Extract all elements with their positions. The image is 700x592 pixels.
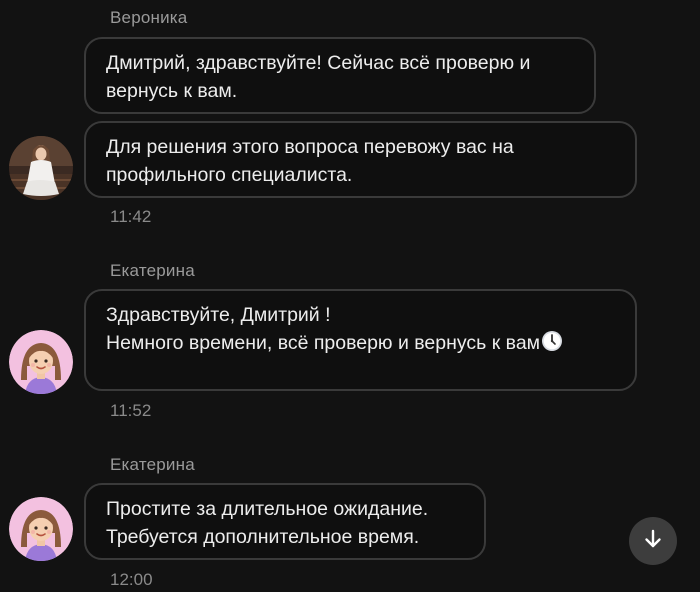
scroll-to-bottom-button[interactable] bbox=[629, 517, 677, 565]
girl-emoji-avatar[interactable] bbox=[9, 497, 73, 561]
message-bubble[interactable]: Для решения этого вопроса перевожу вас н… bbox=[84, 121, 637, 198]
arrow-down-icon bbox=[642, 528, 664, 555]
sender-name: Вероника bbox=[110, 8, 188, 27]
message-bubble[interactable]: Дмитрий, здравствуйте! Сейчас всё провер… bbox=[84, 37, 596, 114]
message-text-line: Для решения этого вопроса перевожу вас н… bbox=[106, 136, 514, 158]
message-text-line: Простите за длительное ожидание. bbox=[106, 498, 429, 520]
message-time: 11:52 bbox=[110, 401, 152, 420]
message-text-line: Дмитрий, здравствуйте! Сейчас всё провер… bbox=[106, 52, 531, 74]
message-text-line: профильного специалиста. bbox=[106, 164, 353, 186]
message-bubble[interactable]: Здравствуйте, Дмитрий ! Немного времени,… bbox=[84, 289, 637, 391]
sender-name: Екатерина bbox=[110, 455, 195, 474]
message-bubble[interactable]: Простите за длительное ожидание. Требует… bbox=[84, 483, 486, 560]
message-text-line: Немного времени, всё проверю и вернусь к… bbox=[106, 329, 615, 360]
clock-icon bbox=[541, 330, 563, 360]
message-text-line: вернусь к вам. bbox=[106, 80, 238, 102]
message-text-line: Здравствуйте, Дмитрий ! bbox=[106, 304, 331, 326]
message-text: Немного времени, всё проверю и вернусь к… bbox=[106, 332, 541, 354]
chat-area: Вероника Дмитрий, здравствуйте! Сейчас в… bbox=[0, 0, 700, 592]
girl-emoji-avatar[interactable] bbox=[9, 330, 73, 394]
message-text-line: Требуется дополнительное время. bbox=[106, 526, 420, 548]
sender-name: Екатерина bbox=[110, 261, 195, 280]
message-time: 12:00 bbox=[110, 570, 153, 589]
photo-avatar[interactable] bbox=[9, 136, 73, 200]
message-time: 11:42 bbox=[110, 207, 152, 226]
